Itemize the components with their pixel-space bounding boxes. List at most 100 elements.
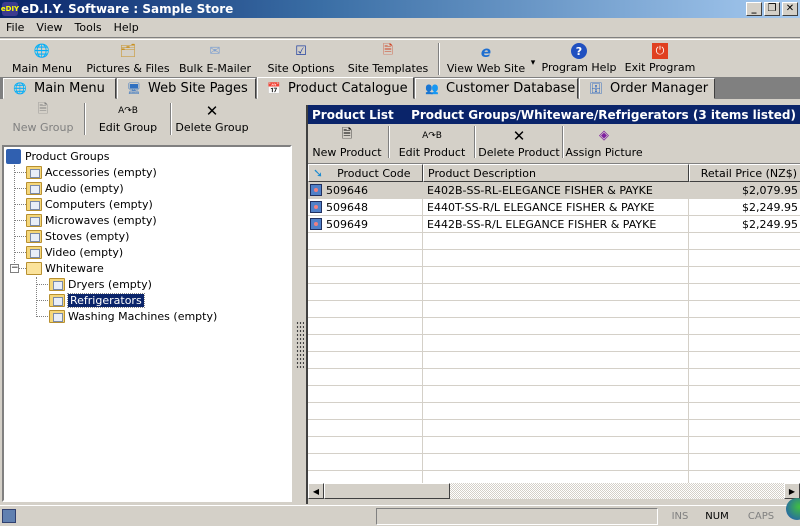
- assign-picture-button[interactable]: ◈ Assign Picture: [565, 124, 642, 160]
- database-icon: [6, 148, 21, 164]
- tree-item-dryers[interactable]: Dryers (empty): [49, 276, 152, 292]
- splitter-grip-icon[interactable]: [296, 321, 304, 369]
- edit-group-button[interactable]: A↷B Edit Group: [88, 99, 168, 135]
- status-panel: [376, 508, 658, 525]
- bulk-emailer-button[interactable]: ✉ Bulk E-Mailer: [172, 40, 258, 76]
- pane-splitter[interactable]: [294, 99, 306, 504]
- table-row[interactable]: 509648 E440T-SS-R/L ELEGANCE FISHER & PA…: [308, 199, 800, 216]
- edit-product-button[interactable]: A↷B Edit Product: [392, 124, 472, 160]
- empty-row: [308, 284, 800, 301]
- tree-root-product-groups[interactable]: Product Groups: [6, 148, 109, 164]
- scroll-right-button[interactable]: ▶: [784, 483, 800, 499]
- tree-item-refrigerators[interactable]: Refrigerators: [49, 292, 145, 308]
- product-icon: [310, 201, 322, 213]
- tree-item-accessories[interactable]: Accessories (empty): [26, 164, 157, 180]
- site-templates-icon: 🗎: [382, 42, 394, 58]
- menu-tools[interactable]: Tools: [69, 21, 108, 34]
- pictures-files-button[interactable]: 🗂 Pictures & Files: [84, 40, 172, 76]
- folder-icon: [26, 245, 42, 259]
- product-price: $2,079.95: [742, 183, 798, 197]
- group-toolbar: 🗎 New Group A↷B Edit Group ✕ Delete Grou…: [0, 99, 294, 143]
- web-pages-icon: 🖥: [127, 82, 141, 95]
- main-menu-button[interactable]: 🌐 Main Menu: [0, 40, 84, 76]
- grid-header: ➘ Product Code Product Description Retai…: [308, 164, 800, 182]
- tab-web-site-pages[interactable]: 🖥 Web Site Pages: [117, 78, 256, 99]
- pictures-files-icon: 🗂: [119, 44, 137, 59]
- empty-row: [308, 386, 800, 403]
- rename-icon: A↷B: [118, 105, 138, 116]
- status-bar: INS NUM CAPS: [0, 498, 800, 526]
- product-price: $2,249.95: [742, 200, 798, 214]
- horizontal-scrollbar[interactable]: ◀ ▶: [308, 483, 800, 499]
- empty-row: [308, 454, 800, 471]
- tab-order-manager[interactable]: 🗄 Order Manager: [579, 78, 715, 99]
- tree-label: Computers (empty): [45, 197, 153, 211]
- delete-product-button[interactable]: ✕ Delete Product: [478, 124, 560, 160]
- tree-item-audio[interactable]: Audio (empty): [26, 180, 124, 196]
- product-description: E442B-SS-R/L ELEGANCE FISHER & PAYKE: [427, 217, 657, 231]
- table-row[interactable]: 509649 E442B-SS-R/L ELEGANCE FISHER & PA…: [308, 216, 800, 233]
- menu-file[interactable]: File: [0, 21, 30, 34]
- folder-icon: [26, 229, 42, 243]
- new-group-button[interactable]: 🗎 New Group: [4, 99, 82, 135]
- tree-item-stoves[interactable]: Stoves (empty): [26, 228, 129, 244]
- product-price: $2,249.95: [742, 217, 798, 231]
- product-list-path: Product Groups/Whiteware/Refrigerators (…: [411, 107, 796, 122]
- empty-row: [308, 420, 800, 437]
- product-description: E440T-SS-R/L ELEGANCE FISHER & PAYKE: [427, 200, 655, 214]
- site-templates-label: Site Templates: [347, 62, 429, 75]
- tree-item-computers[interactable]: Computers (empty): [26, 196, 153, 212]
- delete-x-icon: ✕: [512, 126, 526, 145]
- tree-label: Whiteware: [45, 261, 104, 275]
- site-templates-button[interactable]: 🗎 Site Templates: [344, 40, 432, 76]
- new-product-button[interactable]: 🗎 New Product: [308, 124, 386, 160]
- delete-product-label: Delete Product: [478, 146, 560, 159]
- empty-row: [308, 352, 800, 369]
- globe-icon: [786, 498, 800, 520]
- tree-item-whiteware[interactable]: Whiteware: [26, 260, 104, 276]
- exit-program-button[interactable]: ⏻ Exit Program: [618, 40, 702, 76]
- restore-button[interactable]: ❐: [764, 2, 780, 16]
- program-help-button[interactable]: ? Program Help: [540, 40, 618, 76]
- column-header-retail-price[interactable]: Retail Price (NZ$): [689, 164, 800, 182]
- tab-main-menu[interactable]: 🌐 Main Menu: [3, 78, 116, 99]
- scroll-left-button[interactable]: ◀: [308, 483, 324, 499]
- empty-row: [308, 369, 800, 386]
- view-web-site-dropdown[interactable]: ▾: [526, 40, 540, 76]
- open-folder-icon: [26, 261, 42, 275]
- product-toolbar: 🗎 New Product A↷B Edit Product ✕ Delete …: [308, 124, 800, 160]
- tree-item-washing-machines[interactable]: Washing Machines (empty): [49, 308, 217, 324]
- toolbar-separator: [84, 103, 86, 135]
- table-row[interactable]: 509646 E402B-SS-RL-ELEGANCE FISHER & PAY…: [308, 182, 800, 199]
- window-title: eD.I.Y. Software : Sample Store: [21, 2, 234, 16]
- tree-label: Accessories (empty): [45, 165, 157, 179]
- folder-icon: [26, 213, 42, 227]
- tab-product-catalogue[interactable]: 📅 Product Catalogue: [257, 77, 414, 99]
- menu-view[interactable]: View: [30, 21, 68, 34]
- minimize-button[interactable]: _: [746, 2, 762, 16]
- title-bar: eDIY eD.I.Y. Software : Sample Store _ ❐…: [0, 0, 800, 18]
- tree-item-video[interactable]: Video (empty): [26, 244, 123, 260]
- rename-icon: A↷B: [422, 130, 442, 141]
- scroll-thumb[interactable]: [324, 483, 450, 499]
- menu-help[interactable]: Help: [108, 21, 145, 34]
- column-header-product-description[interactable]: Product Description: [423, 164, 689, 182]
- site-options-button[interactable]: ☑ Site Options: [258, 40, 344, 76]
- toolbar-separator: [438, 43, 440, 75]
- product-code: 509649: [326, 217, 368, 231]
- toolbar-separator: [474, 126, 476, 158]
- tree-label-selected: Refrigerators: [67, 292, 145, 308]
- tab-customer-database[interactable]: 👥 Customer Database: [415, 78, 578, 99]
- tree-label: Audio (empty): [45, 181, 124, 195]
- customers-icon: 👥: [425, 82, 439, 95]
- close-button[interactable]: ✕: [782, 2, 798, 16]
- column-header-product-code[interactable]: ➘ Product Code: [308, 164, 423, 182]
- tree-item-microwaves[interactable]: Microwaves (empty): [26, 212, 157, 228]
- collapse-whiteware-toggle[interactable]: −: [10, 264, 19, 273]
- column-label: Retail Price (NZ$): [700, 166, 797, 180]
- envelope-icon: ✉: [209, 44, 221, 59]
- delete-group-button[interactable]: ✕ Delete Group: [174, 99, 250, 135]
- view-web-site-button[interactable]: e View Web Site: [446, 40, 526, 76]
- toolbar-separator: [170, 103, 172, 135]
- toolbar-separator: [562, 126, 564, 158]
